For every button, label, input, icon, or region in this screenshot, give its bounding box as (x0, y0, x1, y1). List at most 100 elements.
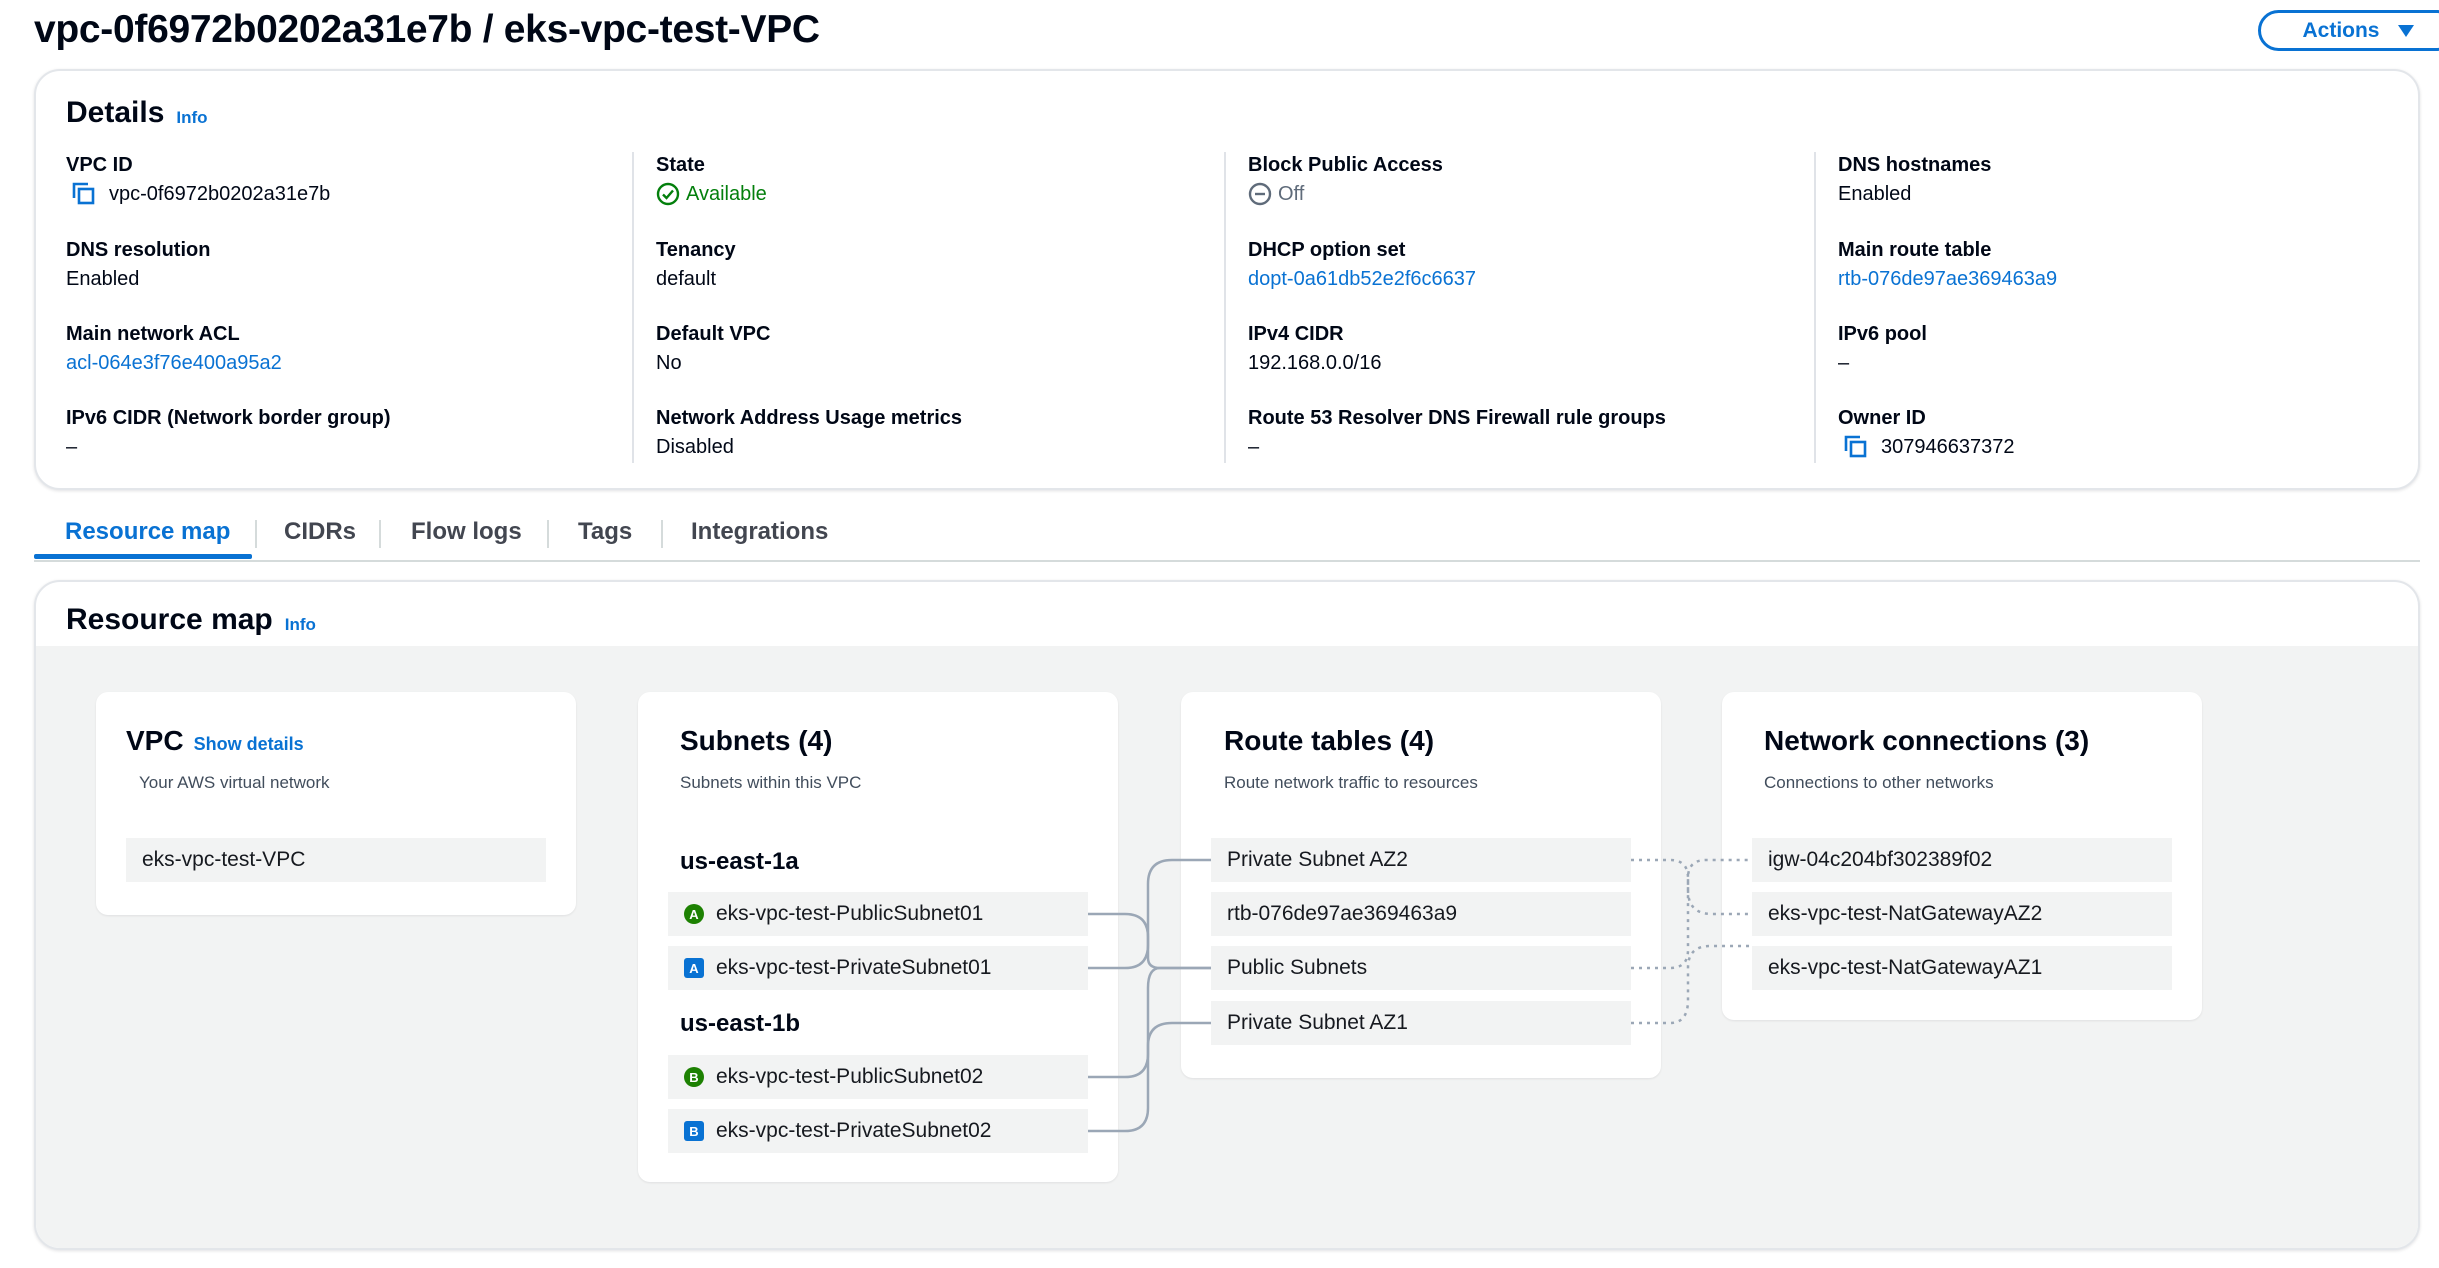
ipv6-pool-field: IPv6 pool – (1838, 320, 1927, 378)
route-table-item[interactable]: rtb-076de97ae369463a9 (1211, 892, 1631, 936)
ipv4-cidr-field: IPv4 CIDR 192.168.0.0/16 (1248, 320, 1381, 378)
actions-button-label: Actions (2302, 18, 2380, 42)
field-label: DNS resolution (66, 239, 211, 261)
resource-map-info-link[interactable]: Info (285, 615, 316, 634)
tab-cidrs[interactable]: CIDRs (284, 506, 356, 558)
copy-icon[interactable] (71, 181, 97, 207)
network-connection-label: eks-vpc-test-NatGatewayAZ2 (1768, 902, 2043, 925)
tab-separator (661, 520, 663, 548)
field-label: Main network ACL (66, 323, 240, 345)
resource-map-header: Resource map Info (66, 603, 316, 637)
dns-hostnames-field: DNS hostnames Enabled (1838, 151, 1991, 209)
owner-id-field: Owner ID 307946637372 (1838, 404, 2014, 462)
tab-flow-logs[interactable]: Flow logs (411, 506, 522, 558)
route-tables-column-subtitle: Route network traffic to resources (1224, 773, 1478, 792)
main-route-table-field: Main route table rtb-076de97ae369463a9 (1838, 236, 2057, 294)
field-label: Default VPC (656, 323, 771, 345)
route-table-label: Private Subnet AZ1 (1227, 1011, 1408, 1034)
dns-resolution-field: DNS resolution Enabled (66, 236, 210, 294)
dhcp-option-set-link[interactable]: dopt-0a61db52e2f6c6637 (1248, 264, 1476, 294)
network-connection-item[interactable]: eks-vpc-test-NatGatewayAZ1 (1752, 946, 2172, 990)
main-network-acl-link[interactable]: acl-064e3f76e400a95a2 (66, 348, 282, 378)
route-table-label: Private Subnet AZ2 (1227, 848, 1408, 871)
default-vpc-field: Default VPC No (656, 320, 770, 378)
subnet-label: eks-vpc-test-PublicSubnet02 (716, 1065, 984, 1088)
tab-bar: Resource map CIDRs Flow logs Tags Integr… (34, 506, 2420, 562)
copy-icon[interactable] (1843, 434, 1869, 460)
field-label: IPv6 CIDR (Network border group) (66, 407, 391, 429)
ipv4-cidr-value: 192.168.0.0/16 (1248, 352, 1382, 374)
tab-resource-map[interactable]: Resource map (65, 506, 230, 558)
column-divider (1224, 152, 1226, 463)
field-label: DHCP option set (1248, 239, 1406, 261)
network-connection-label: igw-04c204bf302389f02 (1768, 848, 1993, 871)
vpc-column-header: VPC Show details (126, 725, 304, 757)
dhcp-option-set-field: DHCP option set dopt-0a61db52e2f6c6637 (1248, 236, 1476, 294)
block-public-access-value: Off (1278, 183, 1305, 205)
tenancy-field: Tenancy default (656, 236, 736, 294)
default-vpc-value: No (656, 352, 682, 374)
field-label: Network Address Usage metrics (656, 407, 963, 429)
actions-button[interactable]: Actions (2258, 10, 2439, 51)
route-tables-column-title: Route tables (4) (1224, 725, 1435, 756)
route-table-label: Public Subnets (1227, 956, 1368, 979)
block-public-access-field: Block Public Access Off (1248, 151, 1443, 209)
state-value: Available (686, 183, 767, 205)
public-subnet-icon: A (684, 904, 704, 924)
show-details-link[interactable]: Show details (194, 734, 304, 754)
subnet-item[interactable]: A eks-vpc-test-PublicSubnet01 (668, 892, 1088, 936)
main-network-acl-field: Main network ACL acl-064e3f76e400a95a2 (66, 320, 282, 378)
field-label: Route 53 Resolver DNS Firewall rule grou… (1248, 407, 1666, 429)
network-connections-column-subtitle: Connections to other networks (1764, 773, 1994, 792)
field-label: Owner ID (1838, 407, 1926, 429)
caret-down-icon (2397, 24, 2414, 37)
availability-zone-label: us-east-1a (680, 848, 799, 875)
private-subnet-icon: B (684, 1121, 704, 1141)
subnet-item[interactable]: A eks-vpc-test-PrivateSubnet01 (668, 946, 1088, 990)
state-field: State Available (656, 151, 767, 209)
subnet-item[interactable]: B eks-vpc-test-PrivateSubnet02 (668, 1109, 1088, 1153)
vpc-item-label: eks-vpc-test-VPC (142, 848, 306, 871)
details-title: Details (66, 96, 165, 129)
field-label: Tenancy (656, 239, 736, 261)
subnet-item[interactable]: B eks-vpc-test-PublicSubnet02 (668, 1055, 1088, 1099)
ipv6-cidr-value: – (66, 436, 78, 458)
tab-tags[interactable]: Tags (578, 506, 632, 558)
active-tab-indicator (34, 554, 252, 559)
route-table-item[interactable]: Public Subnets (1211, 946, 1631, 990)
main-route-table-link[interactable]: rtb-076de97ae369463a9 (1838, 264, 2057, 294)
vpc-column-title: VPC (126, 725, 184, 756)
network-connection-label: eks-vpc-test-NatGatewayAZ1 (1768, 956, 2043, 979)
field-label: IPv6 pool (1838, 323, 1927, 345)
field-label: VPC ID (66, 154, 133, 176)
public-subnet-icon: B (684, 1067, 704, 1087)
network-connection-item[interactable]: igw-04c204bf302389f02 (1752, 838, 2172, 882)
field-label: Main route table (1838, 239, 1992, 261)
route53-firewall-value: – (1248, 436, 1260, 458)
tab-separator (255, 520, 257, 548)
ipv6-cidr-field: IPv6 CIDR (Network border group) – (66, 404, 390, 462)
vpc-id-field: VPC ID vpc-0f6972b0202a31e7b (66, 151, 330, 209)
details-info-link[interactable]: Info (176, 108, 207, 127)
network-connection-item[interactable]: eks-vpc-test-NatGatewayAZ2 (1752, 892, 2172, 936)
subnet-label: eks-vpc-test-PrivateSubnet01 (716, 956, 992, 979)
tab-integrations[interactable]: Integrations (691, 506, 828, 558)
route-table-item[interactable]: Private Subnet AZ2 (1211, 838, 1631, 882)
vpc-id-value: vpc-0f6972b0202a31e7b (109, 183, 331, 205)
route-table-item[interactable]: Private Subnet AZ1 (1211, 1001, 1631, 1045)
field-label: Block Public Access (1248, 154, 1443, 176)
network-address-usage-value: Disabled (656, 436, 734, 458)
stopped-icon (1248, 182, 1272, 206)
resource-map-title: Resource map (66, 603, 273, 636)
subnets-column-title: Subnets (4) (680, 725, 833, 756)
vpc-column-subtitle: Your AWS virtual network (139, 773, 330, 792)
details-header: Details Info (66, 96, 208, 130)
network-connections-column-title: Network connections (3) (1764, 725, 2090, 756)
private-subnet-icon: A (684, 958, 704, 978)
owner-id-value: 307946637372 (1881, 436, 2015, 458)
dns-resolution-value: Enabled (66, 268, 140, 290)
success-check-icon (656, 182, 680, 206)
field-label: IPv4 CIDR (1248, 323, 1344, 345)
vpc-item[interactable]: eks-vpc-test-VPC (126, 838, 546, 882)
subnet-label: eks-vpc-test-PublicSubnet01 (716, 902, 984, 925)
